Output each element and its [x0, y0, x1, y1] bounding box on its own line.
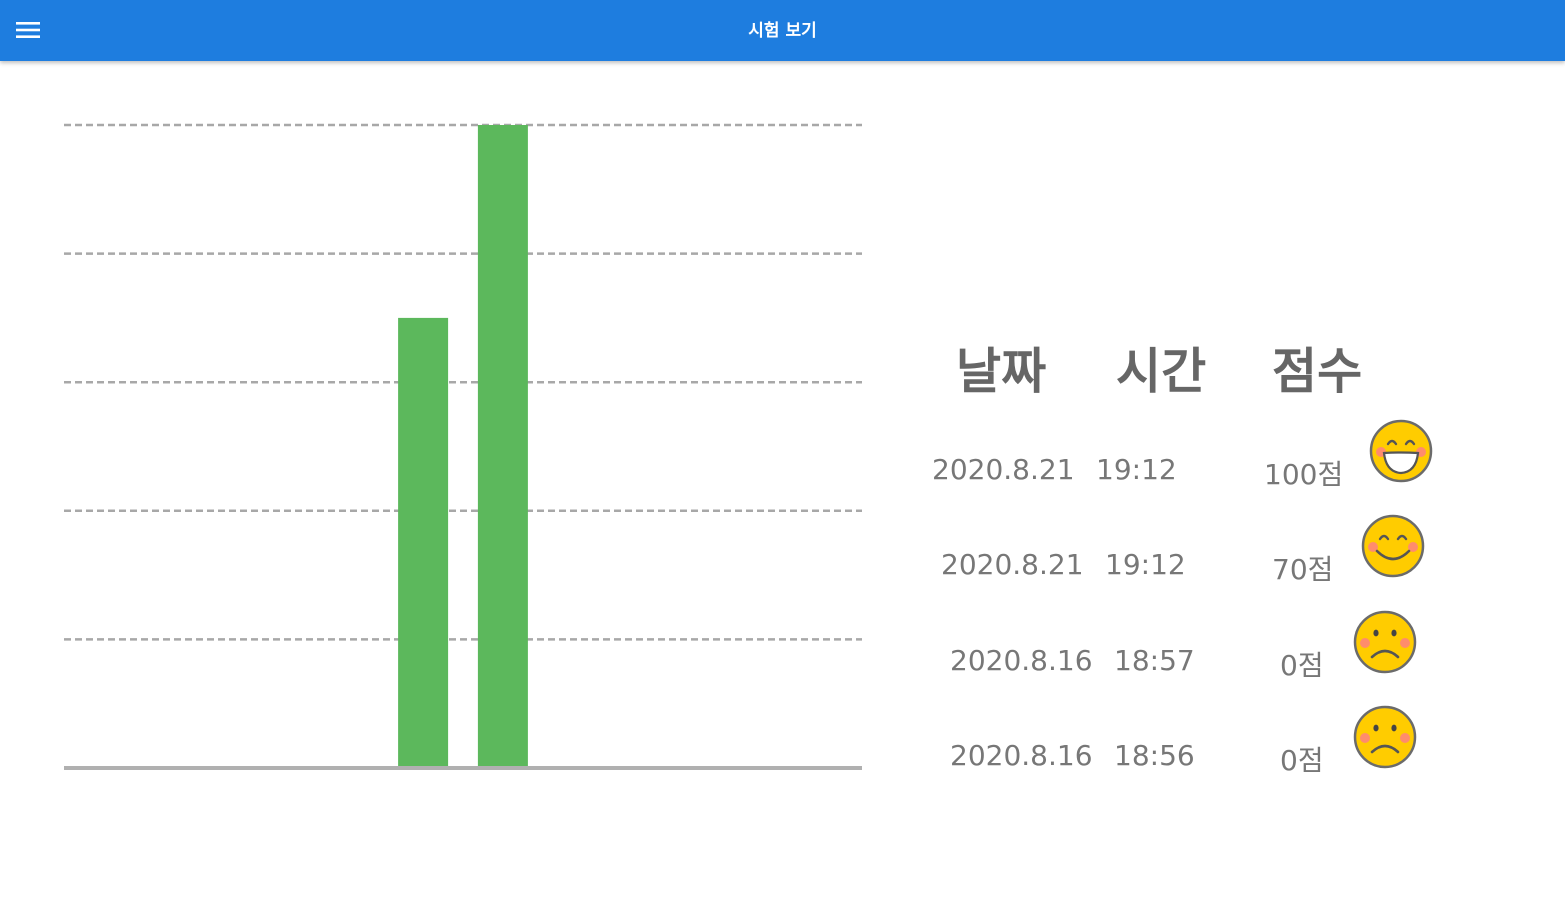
column-header-score: 점수 [1272, 343, 1363, 400]
column-header-date: 날짜 [956, 343, 1047, 400]
frowning-face-icon [1352, 609, 1418, 675]
row-date: 2020.8.16 [950, 644, 1093, 677]
row-date: 2020.8.16 [950, 739, 1093, 772]
row-date: 2020.8.21 [941, 548, 1084, 581]
row-time: 19:12 [1096, 453, 1177, 486]
chart-bar [398, 317, 449, 768]
row-score: 0점 [1280, 744, 1324, 777]
row-time: 18:56 [1114, 739, 1195, 772]
row-score: 0점 [1280, 649, 1324, 682]
row-date: 2020.8.21 [932, 453, 1075, 486]
row-score: 100점 [1264, 458, 1344, 491]
score-bar-chart [64, 123, 862, 770]
smiling-face-icon [1360, 513, 1426, 579]
grinning-face-icon [1368, 418, 1434, 484]
page-title: 시험 보기 [748, 21, 817, 41]
score-history-table: 날짜 시간 점수 2020.8.21 19:12 100점 2020.8.21 19:1… [900, 300, 1540, 800]
column-header-time: 시간 [1116, 343, 1207, 400]
chart-bar [477, 125, 528, 768]
app-bar: 시험 보기 [0, 0, 1565, 61]
row-score: 70점 [1272, 553, 1334, 586]
row-time: 19:12 [1105, 548, 1186, 581]
row-time: 18:57 [1114, 644, 1195, 677]
frowning-face-icon [1352, 704, 1418, 770]
